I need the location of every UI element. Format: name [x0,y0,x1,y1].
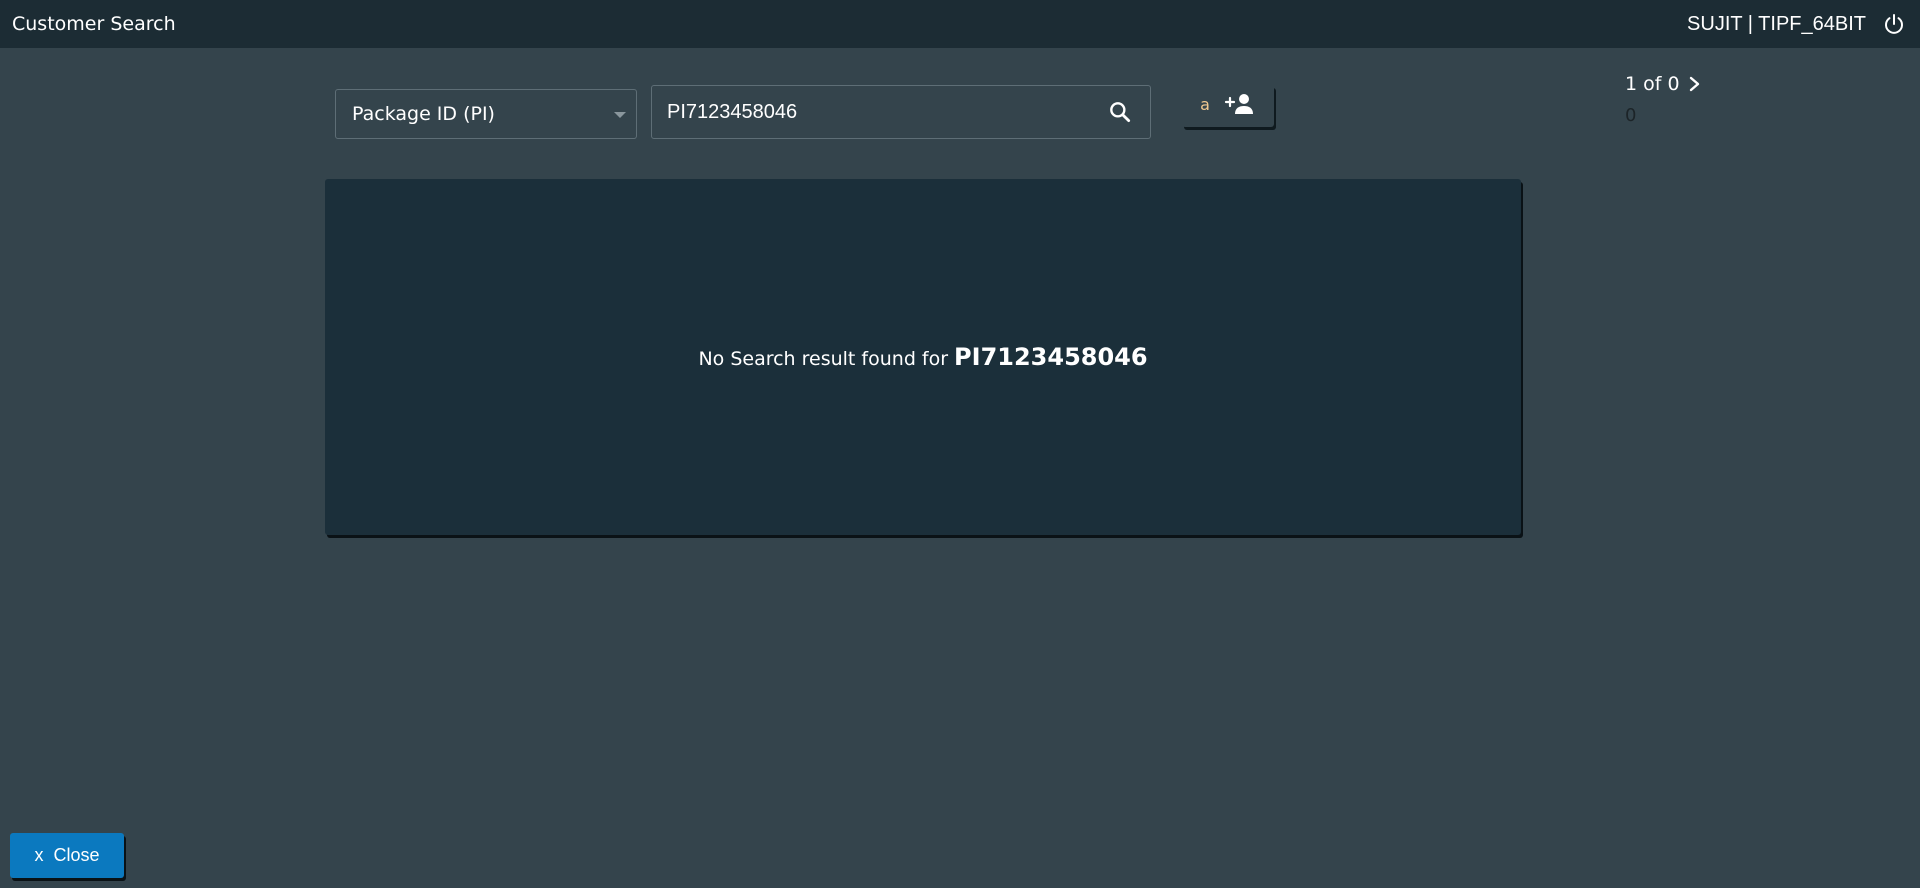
no-results-message: No Search result found for PI7123458046 [698,343,1147,371]
person-add-icon [1224,91,1256,121]
chevron-right-icon[interactable] [1688,75,1702,93]
shortcut-key-label: a [1200,94,1210,114]
search-type-select[interactable]: Package ID (PI) [335,89,637,139]
no-results-text: No Search result found for [698,348,949,370]
close-label: Close [53,845,100,865]
top-bar: Customer Search SUJIT | TIPF_64BIT [0,0,1920,48]
close-icon: x [34,845,44,865]
search-term: PI7123458046 [954,343,1148,371]
results-panel: No Search result found for PI7123458046 [325,179,1521,535]
search-input[interactable] [652,85,1090,139]
search-icon[interactable] [1090,86,1150,138]
add-customer-button[interactable]: a [1182,85,1274,127]
user-info: SUJIT | TIPF_64BIT [1687,12,1866,35]
pager-position: 1 of 0 [1625,73,1680,95]
pager-count: 0 [1625,105,1637,126]
user-area: SUJIT | TIPF_64BIT [1687,10,1908,38]
search-field [651,85,1151,139]
pager: 1 of 0 [1625,73,1702,95]
dropdown-arrow-icon [614,112,626,118]
page-title: Customer Search [12,13,176,35]
search-type-value: Package ID (PI) [352,103,495,125]
power-icon[interactable] [1880,10,1908,38]
close-button[interactable]: x Close [10,833,124,878]
